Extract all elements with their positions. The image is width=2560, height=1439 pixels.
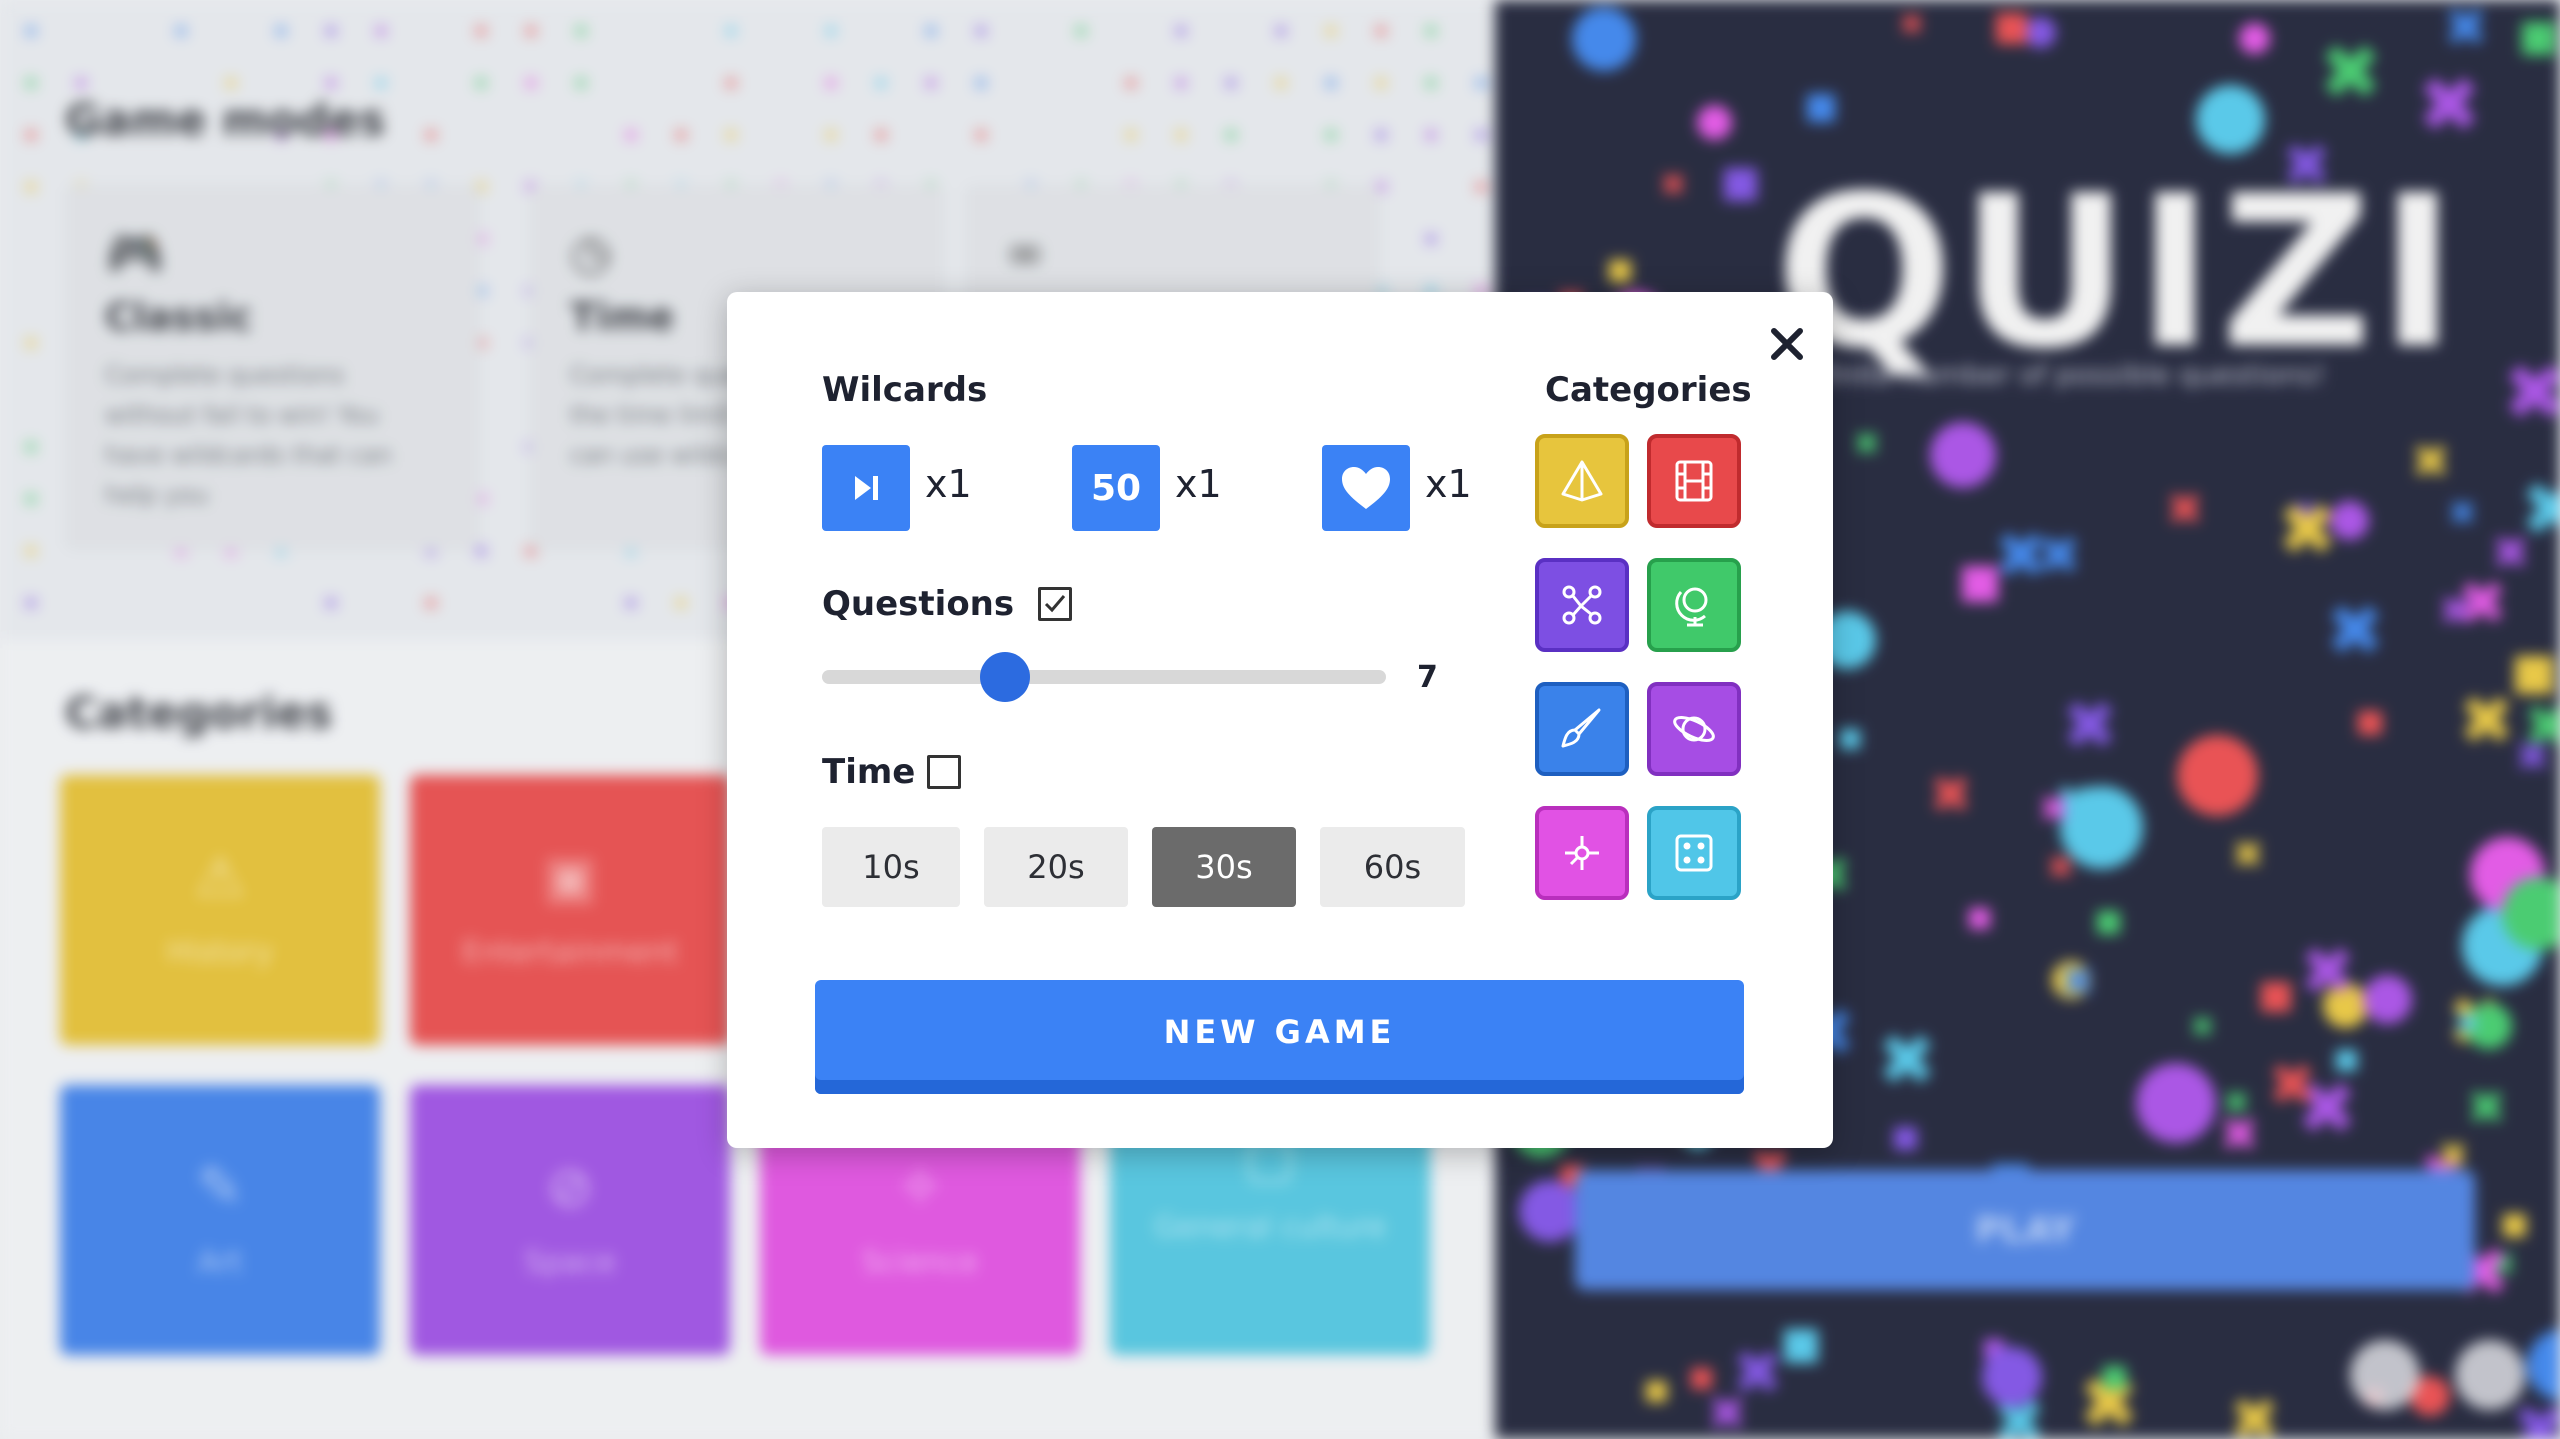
brush-icon [1561, 708, 1601, 748]
new-game-dialog: Wilcards x1 50 x1 x1 Questions 7 Time 10… [727, 292, 1833, 1148]
category-art-button[interactable] [1535, 682, 1629, 776]
globe-icon [1675, 587, 1708, 627]
time-option-30s[interactable]: 30s [1152, 827, 1296, 907]
wildcard-count: x1 [925, 462, 972, 506]
category-entertainment-button[interactable] [1647, 434, 1741, 528]
questions-checkbox[interactable] [1038, 587, 1072, 621]
questions-count: 7 [1417, 660, 1438, 695]
planet-icon [1673, 716, 1715, 742]
wildcards-title: Wilcards [822, 370, 988, 410]
wildcard-count: x1 [1175, 462, 1222, 506]
category-physics-button[interactable] [1535, 806, 1629, 900]
heart-icon [1342, 467, 1390, 509]
molecule-icon [1562, 585, 1602, 625]
wildcard-extra-life[interactable] [1322, 445, 1410, 531]
new-game-button[interactable]: NEW GAME [815, 980, 1744, 1094]
wildcard-skip[interactable] [822, 445, 910, 531]
time-label: Time [822, 752, 916, 792]
time-option-10s[interactable]: 10s [822, 827, 960, 907]
category-geography-button[interactable] [1647, 558, 1741, 652]
wildcard-fifty-fifty[interactable]: 50 [1072, 445, 1160, 531]
fifty-fifty-icon: 50 [1090, 467, 1142, 509]
time-checkbox[interactable] [927, 755, 961, 789]
categories-title: Categories [1545, 370, 1752, 410]
skip-icon [855, 476, 878, 500]
category-science-button[interactable] [1535, 558, 1629, 652]
dice-icon [1675, 834, 1713, 872]
category-culture-button[interactable] [1647, 806, 1741, 900]
close-icon[interactable] [1757, 314, 1817, 374]
category-space-button[interactable] [1647, 682, 1741, 776]
category-history-button[interactable] [1535, 434, 1629, 528]
time-option-20s[interactable]: 20s [984, 827, 1128, 907]
pyramid-icon [1561, 460, 1603, 502]
time-option-60s[interactable]: 60s [1320, 827, 1465, 907]
wildcard-count: x1 [1425, 462, 1472, 506]
checkmark-icon [1044, 595, 1066, 613]
questions-slider-thumb[interactable] [980, 652, 1030, 702]
atom-icon [1565, 836, 1599, 870]
questions-label: Questions [822, 584, 1015, 624]
film-icon [1675, 460, 1713, 502]
questions-slider-track[interactable] [822, 670, 1386, 684]
